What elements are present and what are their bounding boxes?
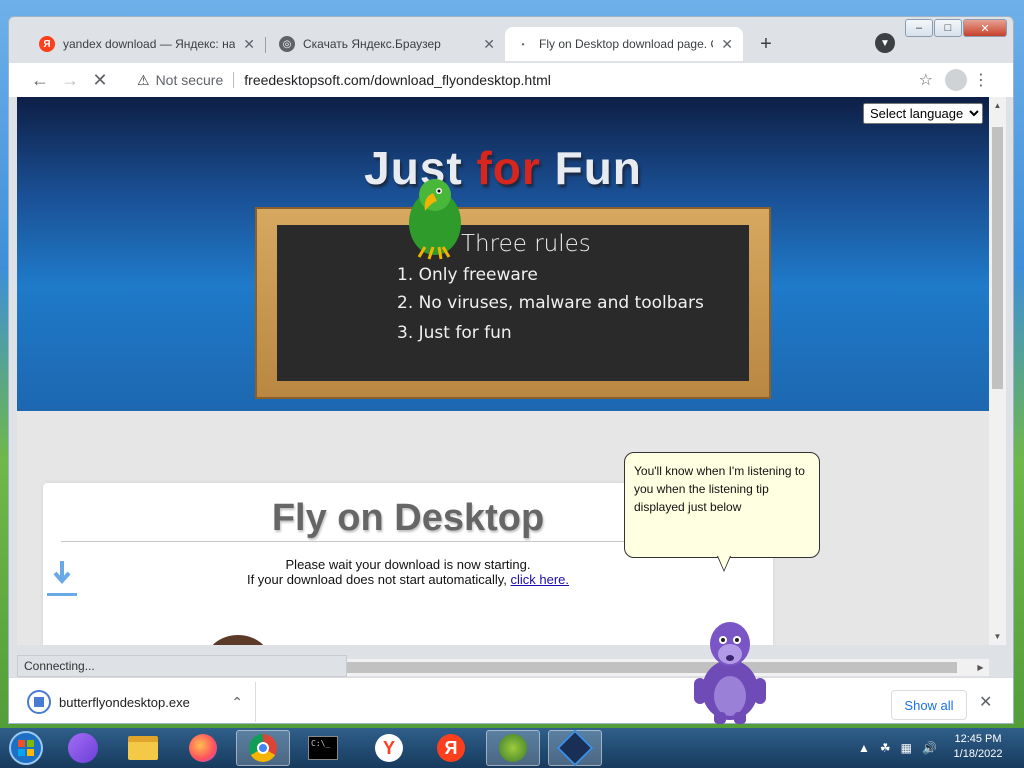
yandex-favicon-icon: Я [39, 36, 55, 52]
page-viewport: Select language Just for Fun Three rules… [17, 97, 989, 645]
show-all-button[interactable]: Show all [891, 690, 967, 720]
purple-gorilla-assistant-icon[interactable] [690, 614, 770, 726]
security-label[interactable]: Not secure [156, 72, 224, 88]
volume-icon[interactable]: 🔊 [922, 741, 937, 755]
language-select[interactable]: Select language [863, 103, 983, 124]
rule-1: 1. Only freeware [397, 265, 538, 285]
character-head-image [207, 635, 269, 645]
tab-title: Fly on Desktop download page. O [539, 37, 714, 51]
address-bar[interactable]: ⚠ Not secure freedesktopsoft.com/downloa… [129, 66, 995, 94]
browser-window: – □ ✕ Я yandex download — Яндекс: нашлос… [8, 16, 1014, 724]
click-here-link[interactable]: click here. [510, 572, 569, 587]
message-line-2-text: If your download does not start automati… [246, 572, 511, 587]
parrot-icon [409, 179, 461, 260]
profile-avatar-icon[interactable] [945, 69, 967, 91]
chevron-up-icon[interactable]: ⌃ [231, 694, 243, 711]
status-bubble: Connecting... [17, 655, 347, 677]
horizontal-scrollbar[interactable]: ▶ [347, 659, 989, 676]
hero-title-accent: for [476, 142, 541, 194]
chalkboard: Three rules 1. Only freeware 2. No virus… [255, 207, 771, 399]
installer-app-icon[interactable] [486, 730, 540, 766]
tray-app-icon[interactable]: ☘ [880, 741, 891, 755]
bonzi-tooltip: You'll know when I'm listening to you wh… [624, 452, 820, 558]
hero-title: Just for Fun [17, 141, 989, 195]
bookmark-star-icon[interactable]: ☆ [919, 70, 933, 90]
network-icon[interactable]: ▦ [901, 741, 912, 755]
tab-search-icon[interactable]: ▼ [875, 33, 895, 53]
tab-strip: Я yandex download — Яндекс: нашлось ✕ ◎ … [9, 27, 1013, 63]
message-line-1: Please wait your download is now startin… [285, 557, 531, 572]
windows-start-icon[interactable] [4, 729, 48, 767]
chrome-icon[interactable] [236, 730, 290, 766]
yandex-browser-icon[interactable]: Y [362, 730, 416, 766]
scroll-right-icon[interactable]: ▶ [972, 659, 989, 676]
tab-yandex-search[interactable]: Я yandex download — Яндекс: нашлось ✕ [29, 27, 265, 61]
clock-date: 1/18/2022 [953, 748, 1003, 760]
horizontal-scroll-thumb[interactable] [347, 662, 957, 673]
yandex-icon[interactable]: Я [424, 730, 478, 766]
scroll-up-icon[interactable]: ▲ [989, 97, 1006, 114]
tab-yandex-browser[interactable]: ◎ Скачать Яндекс.Браузер ✕ [269, 27, 505, 61]
new-tab-button[interactable]: + [753, 31, 779, 57]
browser-toolbar: ← → ✕ ⚠ Not secure freedesktopsoft.com/d… [9, 63, 1013, 97]
blue-cube-app-icon[interactable] [548, 729, 602, 767]
omnibox-divider [233, 72, 235, 88]
download-divider [255, 682, 256, 722]
system-tray: ▲ ☘ ▦ 🔊 [858, 730, 937, 766]
close-tab-icon[interactable]: ✕ [483, 36, 495, 53]
loading-favicon-icon: • [521, 39, 525, 49]
tray-expand-icon[interactable]: ▲ [858, 741, 870, 755]
url-text[interactable]: freedesktopsoft.com/download_flyondeskto… [244, 72, 551, 88]
firefox-icon[interactable] [176, 730, 230, 766]
warning-triangle-icon[interactable]: ⚠ [137, 72, 150, 89]
hero-banner: Select language Just for Fun Three rules… [17, 97, 989, 411]
download-shelf: butterflyondesktop.exe ⌃ Show all ✕ [9, 677, 1013, 723]
clock[interactable]: 12:45 PM 1/18/2022 [940, 732, 1016, 762]
tab-divider [265, 37, 266, 53]
download-filename[interactable]: butterflyondesktop.exe [59, 695, 190, 710]
message-line-2: If your download does not start automati… [43, 572, 773, 587]
tab-fly-on-desktop[interactable]: • Fly on Desktop download page. O ✕ [505, 27, 743, 61]
download-item[interactable]: butterflyondesktop.exe ⌃ [27, 686, 251, 718]
alice-assistant-icon[interactable] [56, 730, 110, 766]
command-prompt-icon[interactable]: C:\_ [296, 730, 350, 766]
rule-2: 2. No viruses, malware and toolbars [397, 293, 704, 313]
close-tab-icon[interactable]: ✕ [721, 36, 733, 53]
close-download-shelf-icon[interactable]: ✕ [979, 692, 992, 712]
chalkboard-surface: Three rules 1. Only freeware 2. No virus… [277, 225, 749, 381]
download-message: Please wait your download is now startin… [43, 557, 773, 587]
stop-loading-icon[interactable]: ✕ [85, 65, 115, 95]
globe-favicon-icon: ◎ [279, 36, 295, 52]
exe-file-icon [27, 690, 51, 714]
rule-3: 3. Just for fun [397, 323, 512, 343]
vertical-scrollbar[interactable]: ▲ ▼ [989, 97, 1006, 645]
scroll-down-icon[interactable]: ▼ [989, 628, 1006, 645]
vertical-scroll-thumb[interactable] [992, 127, 1003, 389]
forward-arrow-icon[interactable]: → [55, 65, 85, 95]
board-title: Three rules [461, 231, 591, 257]
tooltip-tail-fill [718, 556, 730, 570]
menu-dots-icon[interactable]: ⋮ [973, 70, 989, 90]
clock-time: 12:45 PM [954, 733, 1002, 745]
file-explorer-icon[interactable] [116, 730, 170, 766]
windows-taskbar: C:\_ Y Я ▲ ☘ ▦ 🔊 12:45 PM 1/18/2022 [0, 728, 1024, 768]
back-arrow-icon[interactable]: ← [25, 65, 55, 95]
tab-title: Скачать Яндекс.Браузер [303, 37, 441, 51]
hero-title-part2: Fun [540, 142, 642, 194]
close-tab-icon[interactable]: ✕ [243, 36, 255, 53]
tab-title: yandex download — Яндекс: нашлось [63, 37, 236, 51]
